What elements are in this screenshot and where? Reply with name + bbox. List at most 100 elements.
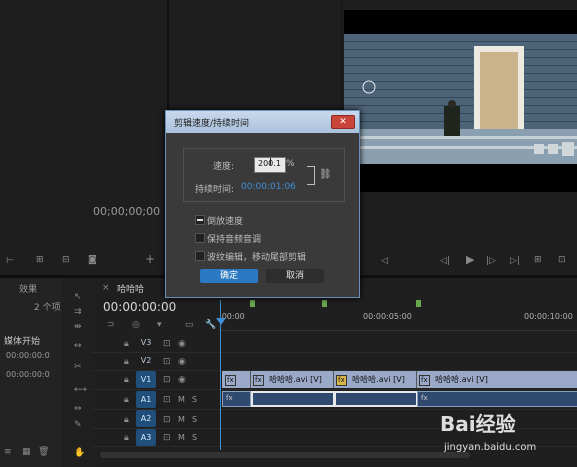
cancel-button[interactable]: 取消 bbox=[266, 269, 324, 283]
track-label-a3[interactable]: A3 bbox=[136, 429, 156, 446]
timeline-tab[interactable]: 哈哈哈 bbox=[117, 282, 144, 295]
audio-clip-2[interactable] bbox=[251, 391, 335, 407]
program-video-frame bbox=[344, 10, 577, 34]
toggle-sync-icon[interactable]: ⊡ bbox=[163, 339, 171, 349]
linked-selection-icon[interactable]: ◎ bbox=[132, 320, 140, 330]
project-row-2[interactable]: 00:00:00:0 bbox=[6, 370, 50, 379]
slip-tool-icon[interactable]: ⟷ bbox=[74, 385, 87, 395]
eye-icon[interactable]: ◉ bbox=[178, 339, 186, 349]
wrench-icon[interactable]: 🔧 bbox=[205, 320, 216, 330]
ok-button-label: 确定 bbox=[219, 271, 238, 281]
toggle-sync-icon[interactable]: ⊡ bbox=[163, 415, 171, 425]
toggle-sync-icon[interactable]: ⊡ bbox=[163, 395, 171, 405]
lock-icon[interactable]: 🔒︎ bbox=[124, 395, 129, 405]
project-row-1[interactable]: 00:00:00:0 bbox=[6, 351, 50, 360]
marker-green-2[interactable] bbox=[322, 300, 327, 307]
track-label-v1[interactable]: V1 bbox=[136, 371, 156, 388]
rate-stretch-tool-icon[interactable]: ↔ bbox=[74, 341, 82, 351]
add-button-icon[interactable]: + bbox=[145, 253, 155, 265]
new-bin-icon[interactable]: ▦ bbox=[22, 447, 31, 457]
lock-icon[interactable]: 🔒︎ bbox=[124, 375, 129, 385]
lock-icon[interactable]: 🔒︎ bbox=[124, 433, 129, 443]
track-label-a2[interactable]: A2 bbox=[136, 410, 156, 427]
step-back-icon[interactable]: ◁| bbox=[440, 256, 450, 266]
extract-icon[interactable]: ⊡ bbox=[558, 255, 566, 265]
add-marker-icon[interactable]: ▾ bbox=[157, 320, 162, 330]
track-select-tool-icon[interactable]: ⇉ bbox=[74, 307, 82, 317]
ok-button[interactable]: 确定 bbox=[200, 269, 258, 283]
mute-toggle[interactable]: M bbox=[178, 395, 185, 404]
pen-tool-icon[interactable]: ✎ bbox=[74, 420, 82, 430]
fx-badge: fx bbox=[225, 375, 236, 386]
go-to-out-icon[interactable]: ▷| bbox=[510, 256, 520, 266]
mark-in-icon[interactable]: ⊢ bbox=[6, 256, 14, 266]
ripple-edit-checkbox[interactable] bbox=[195, 251, 205, 261]
project-column-header[interactable]: 媒体开始 bbox=[4, 334, 40, 347]
video-clip-3[interactable]: fx 哈哈哈.avi [V] bbox=[334, 371, 417, 388]
reverse-speed-label[interactable]: 倒放速度 bbox=[207, 214, 243, 227]
solo-toggle[interactable]: S bbox=[192, 415, 197, 424]
lift-icon[interactable]: ⊞ bbox=[534, 255, 542, 265]
lock-icon[interactable]: 🔒︎ bbox=[124, 415, 129, 425]
solo-toggle[interactable]: S bbox=[192, 395, 197, 404]
program-black-bar bbox=[344, 164, 577, 192]
video-clip-1[interactable]: fx bbox=[222, 371, 251, 388]
project-tab[interactable]: 效果 bbox=[19, 282, 37, 295]
mute-toggle[interactable]: M bbox=[178, 433, 185, 442]
dialog-titlebar[interactable]: 剪辑速度/持续时间 ✕ bbox=[166, 111, 359, 133]
snap-icon[interactable]: ⊃ bbox=[107, 320, 115, 330]
timeline-timecode[interactable]: 00:00:00:00 bbox=[103, 300, 176, 314]
chain-link-icon[interactable]: ⛓ bbox=[319, 169, 332, 180]
lock-icon[interactable]: 🔒︎ bbox=[124, 357, 129, 367]
mute-toggle[interactable]: M bbox=[178, 415, 185, 424]
game-scene-image bbox=[344, 34, 577, 164]
close-button[interactable]: ✕ bbox=[331, 115, 355, 129]
overwrite-icon[interactable]: ⊟ bbox=[62, 255, 70, 265]
delete-icon[interactable]: 🗑 bbox=[38, 447, 49, 457]
reverse-speed-checkbox[interactable] bbox=[195, 215, 205, 225]
maintain-pitch-checkbox[interactable] bbox=[195, 233, 205, 243]
toggle-sync-icon[interactable]: ⊡ bbox=[163, 357, 171, 367]
play-icon[interactable]: ▶ bbox=[466, 254, 474, 265]
track-label-a1[interactable]: A1 bbox=[136, 391, 156, 408]
video-clip-4[interactable]: fx 哈哈哈.avi [V] bbox=[417, 371, 577, 388]
lock-icon[interactable]: 🔒︎ bbox=[124, 339, 129, 349]
duration-label: 持续时间: bbox=[195, 185, 235, 195]
cancel-button-label: 取消 bbox=[285, 271, 304, 281]
ripple-edit-tool-icon[interactable]: ⇹ bbox=[74, 322, 82, 332]
track-label-v3[interactable]: V3 bbox=[136, 334, 156, 351]
toggle-sync-icon[interactable]: ⊡ bbox=[163, 375, 171, 385]
razor-tool-icon[interactable]: ✂ bbox=[74, 362, 82, 372]
video-clip-2[interactable]: fx 哈哈哈.avi [V] bbox=[251, 371, 334, 388]
list-view-icon[interactable]: ≡ bbox=[4, 447, 12, 457]
camera-icon[interactable]: ◙ bbox=[88, 255, 97, 265]
audio-clip-3[interactable] bbox=[334, 391, 418, 407]
solo-toggle[interactable]: S bbox=[192, 433, 197, 442]
watermark-url: jingyan.baidu.com bbox=[444, 442, 537, 453]
hand-tool-icon[interactable]: ✋ bbox=[74, 448, 85, 458]
marker-green-1[interactable] bbox=[250, 300, 255, 307]
insert-icon[interactable]: ⊞ bbox=[36, 255, 44, 265]
toggle-sync-icon[interactable]: ⊡ bbox=[163, 433, 171, 443]
selection-tool-icon[interactable]: ↖ bbox=[74, 292, 82, 302]
eye-icon[interactable]: ◉ bbox=[178, 357, 186, 367]
ruler-label-10s: 00:00:10:00 bbox=[524, 312, 573, 321]
fx-badge: fx bbox=[226, 394, 233, 402]
speed-input[interactable]: 200.1 I bbox=[254, 157, 286, 173]
prev-marker-icon[interactable]: ◁ bbox=[381, 256, 388, 266]
eye-icon[interactable]: ◉ bbox=[178, 375, 186, 385]
track-label-v2[interactable]: V2 bbox=[136, 352, 156, 369]
slide-tool-icon[interactable]: ⇔ bbox=[74, 404, 82, 414]
settings-icon[interactable]: ▭ bbox=[185, 320, 194, 330]
close-icon[interactable]: × bbox=[102, 283, 110, 293]
step-forward-icon[interactable]: |▷ bbox=[486, 256, 496, 266]
audio-clip-1[interactable]: fx bbox=[222, 391, 251, 407]
timeline-scrollbar[interactable] bbox=[100, 452, 470, 458]
ripple-edit-label[interactable]: 波纹编辑，移动尾部剪辑 bbox=[207, 250, 306, 263]
maintain-pitch-label[interactable]: 保持音频音调 bbox=[207, 232, 261, 245]
duration-value[interactable]: 00:00:01:06 bbox=[241, 182, 296, 192]
game-video-frame bbox=[344, 34, 577, 164]
marker-green-3[interactable] bbox=[416, 300, 421, 307]
playhead-handle[interactable] bbox=[216, 318, 226, 325]
speed-label: 速度: bbox=[213, 162, 235, 172]
